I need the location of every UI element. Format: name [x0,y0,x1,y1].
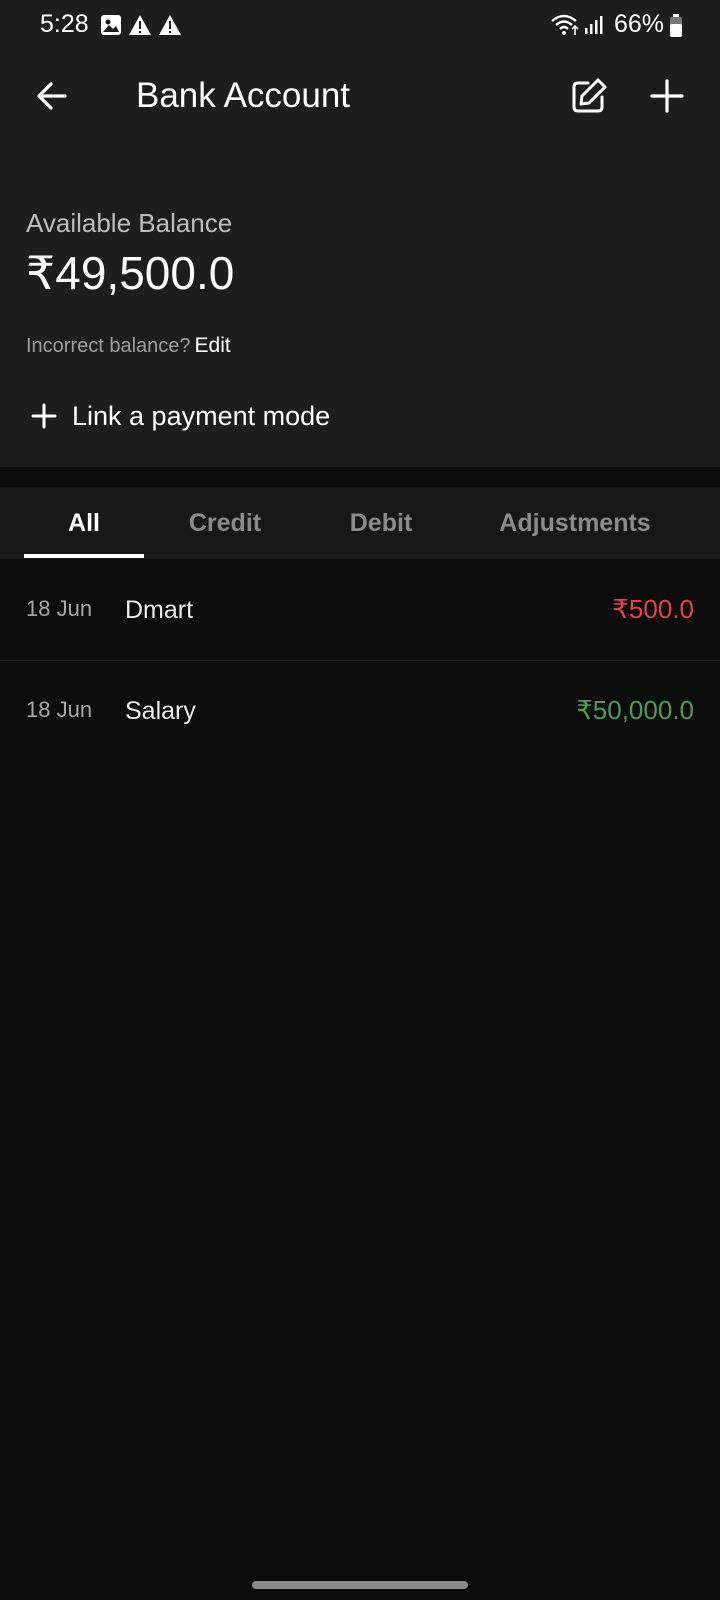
link-payment-mode-label: Link a payment mode [72,400,331,431]
edit-balance-link[interactable]: Edit [195,334,231,357]
gallery-icon [100,14,122,41]
app-bar: Bank Account [0,56,720,140]
add-icon [649,78,685,119]
back-arrow-icon [35,79,69,118]
transaction-date: 18 Jun [26,596,93,621]
transaction-row[interactable]: 18 Jun Dmart ₹500.0 [0,560,720,661]
balance-label: Available Balance [26,208,233,238]
battery-level: 66% [614,10,665,38]
link-payment-mode-button[interactable]: Link a payment mode [30,396,330,436]
transaction-name: Dmart [125,596,194,624]
incorrect-balance-label: Incorrect balance? [26,335,191,357]
wifi-icon [550,14,580,41]
back-button[interactable] [24,70,80,126]
tab-debit[interactable]: Debit [321,487,441,559]
transaction-name: Salary [125,697,196,725]
transaction-row[interactable]: 18 Jun Salary ₹50,000.0 [0,661,720,761]
edit-icon [570,77,608,120]
transaction-list: 18 Jun Dmart ₹500.0 18 Jun Salary ₹50,00… [0,560,720,761]
tab-adjustments[interactable]: Adjustments [480,487,670,559]
battery-icon [669,14,683,43]
active-tab-indicator [24,554,144,558]
filter-tabs: All Credit Debit Adjustments [0,487,720,559]
warning-icon [158,14,182,41]
page-title: Bank Account [136,76,351,115]
balance-value: ₹49,500.0 [26,247,235,299]
transaction-amount: ₹50,000.0 [576,695,694,725]
transaction-date: 18 Jun [26,697,93,722]
edit-account-button[interactable] [561,70,617,126]
signal-icon [584,14,606,41]
status-time: 5:28 [40,10,89,38]
home-indicator[interactable] [252,1581,468,1589]
tab-credit[interactable]: Credit [165,487,285,559]
incorrect-balance-text: Incorrect balance? Edit [26,334,231,358]
tab-all[interactable]: All [24,487,144,559]
status-bar: 5:28 66% [0,0,720,56]
plus-icon [30,402,58,430]
add-transaction-button[interactable] [639,70,695,126]
transaction-amount: ₹500.0 [612,594,694,624]
warning-icon [128,14,152,41]
